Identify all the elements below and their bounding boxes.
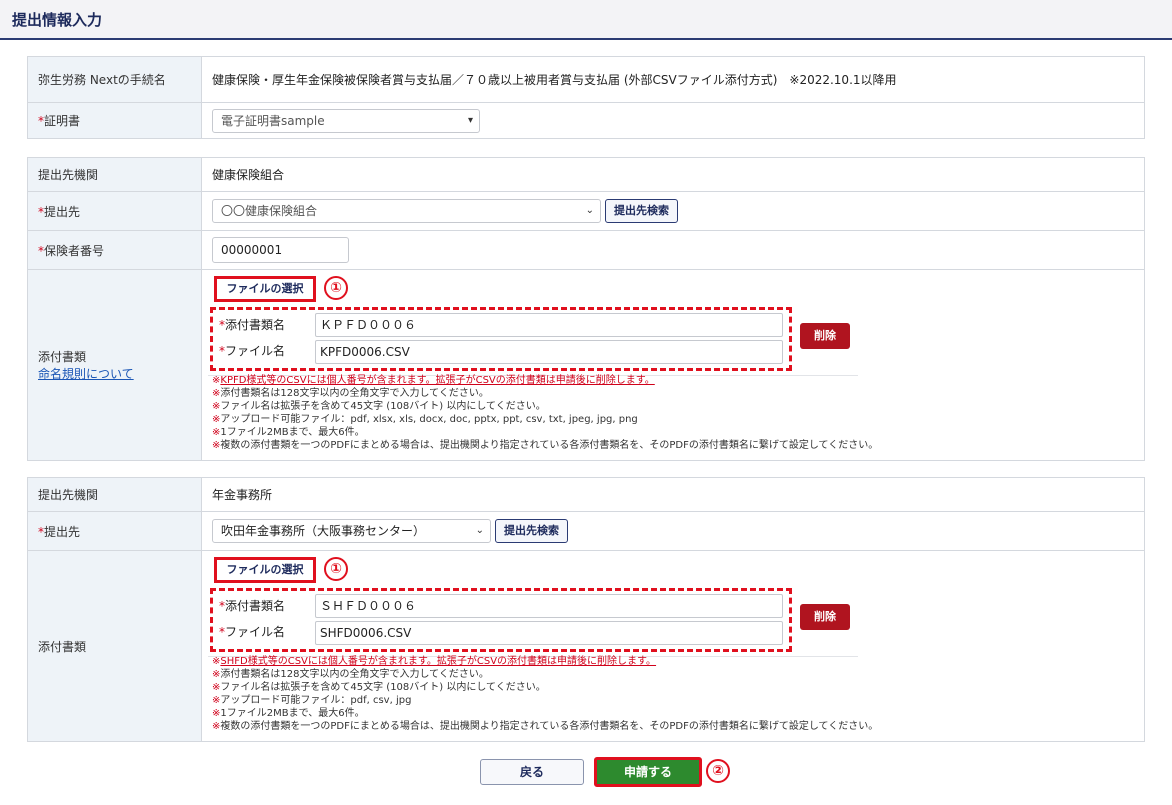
chevron-down-icon: ▾ (467, 114, 473, 126)
cert-label: 証明書 (44, 114, 81, 128)
note-line: ※添付書類名は128文字以内の全角文字で入力してください。 (212, 669, 489, 680)
doc-name-label-wrap: *添付書類名 (219, 597, 285, 614)
chevron-down-icon: ⌄ (475, 525, 484, 536)
doc-name-label: 添付書類名 (225, 599, 286, 613)
file-name-label-wrap: *ファイル名 (219, 342, 285, 359)
attachment-notes: ※SHFD様式等のCSVには個人番号が含まれます。拡張子がCSVの添付書類は申請… (212, 655, 878, 733)
annotation-marker-2: ② (706, 759, 730, 783)
dest-label: 提出先 (44, 204, 81, 219)
note-line: ※SHFD様式等のCSVには個人番号が含まれます。拡張子がCSVの添付書類は申請… (212, 656, 657, 667)
dest-select-value: 吹田年金事務所（大阪事務センター） (221, 524, 426, 538)
org-value: 年金事務所 (201, 477, 1145, 512)
insurer-label-cell: *保険者番号 (27, 230, 202, 270)
note-line: ※1ファイル2MBまで、最大6件。 (212, 427, 365, 438)
chevron-down-icon: ⌄ (585, 205, 594, 216)
delete-button[interactable]: 削除 (800, 604, 850, 630)
annotation-marker-1: ① (324, 276, 348, 300)
attachment-entry: *添付書類名 ＳＨＦＤ０００６ *ファイル名 SHFD0006.CSV (210, 588, 792, 652)
attach-label-cell: 添付書類 命名規則について (27, 269, 202, 461)
file-name-label-wrap: *ファイル名 (219, 623, 285, 640)
dest-search-button[interactable]: 提出先検索 (495, 519, 568, 543)
note-line: ※KPFD様式等のCSVには個人番号が含まれます。拡張子がCSVの添付書類は申請… (212, 375, 655, 386)
health-insurance-table: 提出先機関 健康保険組合 *提出先 〇〇健康保険組合 ⌄ 提出先検索 *保険者番号 … (27, 157, 1145, 461)
apply-button[interactable]: 申請する (594, 757, 702, 787)
dest-select[interactable]: 吹田年金事務所（大阪事務センター） ⌄ (212, 519, 491, 543)
dest-label-cell: *提出先 (27, 511, 202, 551)
note-line: ※ファイル名は拡張子を含めて45文字 (108バイト) 以内にしてください。 (212, 401, 546, 412)
insurer-label: 保険者番号 (44, 243, 105, 258)
note-line: ※添付書類名は128文字以内の全角文字で入力してください。 (212, 388, 489, 399)
pension-office-table: 提出先機関 年金事務所 *提出先 吹田年金事務所（大阪事務センター） ⌄ 提出先検索… (27, 477, 1145, 742)
note-line: ※ファイル名は拡張子を含めて45文字 (108バイト) 以内にしてください。 (212, 682, 546, 693)
note-line: ※複数の添付書類を一つのPDFにまとめる場合は、提出機関より指定されている各添付… (212, 440, 879, 451)
note-line: ※複数の添付書類を一つのPDFにまとめる場合は、提出機関より指定されている各添付… (212, 721, 879, 732)
cert-label-cell: *証明書 (27, 102, 202, 139)
page-header: 提出情報入力 (0, 0, 1172, 40)
attachment-entry: *添付書類名 ＫＰＦＤ０００６ *ファイル名 KPFD0006.CSV (210, 307, 792, 371)
dest-search-button[interactable]: 提出先検索 (605, 199, 678, 223)
file-name-input[interactable]: SHFD0006.CSV (315, 621, 783, 645)
naming-rule-link[interactable]: 命名規則について (38, 365, 191, 382)
attach-label: 添付書類 (38, 350, 87, 364)
dest-label-cell: *提出先 (27, 191, 202, 231)
file-select-button[interactable]: ファイルの選択 (214, 557, 316, 583)
doc-name-label: 添付書類名 (225, 318, 286, 332)
file-select-button[interactable]: ファイルの選択 (214, 276, 316, 302)
file-name-label: ファイル名 (225, 344, 286, 358)
procedure-value: 健康保険・厚生年金保険被保険者賞与支払届／７０歳以上被用者賞与支払届 (外部CS… (201, 56, 1145, 103)
doc-name-input[interactable]: ＫＰＦＤ０００６ (315, 313, 783, 337)
cert-select-value: 電子証明書sample (221, 113, 325, 128)
procedure-table: 弥生労務 Nextの手続名 健康保険・厚生年金保険被保険者賞与支払届／７０歳以上… (27, 56, 1145, 139)
org-value: 健康保険組合 (201, 157, 1145, 192)
doc-name-input[interactable]: ＳＨＦＤ０００６ (315, 594, 783, 618)
note-line: ※アップロード可能ファイル：pdf, xlsx, xls, docx, doc,… (212, 414, 638, 425)
org-label: 提出先機関 (27, 157, 202, 192)
dest-select-value: 〇〇健康保険組合 (221, 204, 318, 218)
note-line: ※アップロード可能ファイル：pdf, csv, jpg (212, 695, 412, 706)
attach-label: 添付書類 (27, 550, 202, 742)
delete-button[interactable]: 削除 (800, 323, 850, 349)
doc-name-label-wrap: *添付書類名 (219, 316, 285, 333)
procedure-label: 弥生労務 Nextの手続名 (27, 56, 202, 103)
dest-label: 提出先 (44, 524, 81, 539)
cert-select[interactable]: 電子証明書sample ▾ (212, 108, 480, 133)
insurer-number-input[interactable]: 00000001 (212, 237, 349, 263)
note-line: ※1ファイル2MBまで、最大6件。 (212, 708, 365, 719)
attachment-notes: ※KPFD様式等のCSVには個人番号が含まれます。拡張子がCSVの添付書類は申請… (212, 374, 878, 452)
dest-select[interactable]: 〇〇健康保険組合 ⌄ (212, 199, 601, 223)
org-label: 提出先機関 (27, 477, 202, 512)
file-name-label: ファイル名 (225, 625, 286, 639)
back-button[interactable]: 戻る (480, 759, 584, 785)
page-title: 提出情報入力 (12, 11, 103, 29)
annotation-marker-1: ① (324, 557, 348, 581)
file-name-input[interactable]: KPFD0006.CSV (315, 340, 783, 364)
